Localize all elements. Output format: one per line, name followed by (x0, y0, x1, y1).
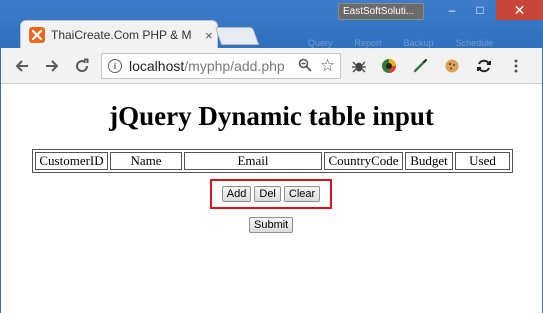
more-vert-icon[interactable] (507, 57, 525, 75)
background-menu-item: Report (354, 38, 382, 48)
bug-icon[interactable] (350, 57, 368, 75)
xampp-favicon-icon (29, 27, 45, 43)
maximize-button[interactable]: □ (466, 0, 494, 20)
profile-button[interactable]: EastSoftSoluti... (338, 3, 424, 20)
column-header-budget: Budget (405, 152, 453, 170)
pen-icon[interactable] (411, 57, 429, 75)
customer-table: CustomerID Name Email CountryCode Budget… (32, 149, 513, 173)
delete-row-button[interactable]: Del (254, 186, 281, 202)
arrow-left-icon[interactable] (12, 56, 32, 76)
zoom-icon[interactable] (298, 58, 312, 75)
url-text[interactable]: localhost/myphp/add.php (129, 58, 294, 74)
address-bar[interactable]: i localhost/myphp/add.php ☆ (101, 53, 341, 79)
reload-icon[interactable] (72, 56, 92, 76)
background-app-menu: Query Report Backup Schedule (268, 20, 543, 48)
browser-toolbar: i localhost/myphp/add.php ☆ (0, 48, 543, 84)
add-row-button[interactable]: Add (221, 186, 252, 202)
window-frame-left (0, 48, 1, 313)
table-header-row: CustomerID Name Email CountryCode Budget… (35, 152, 510, 170)
cookie-icon[interactable] (443, 57, 461, 75)
column-header-customerid: CustomerID (35, 152, 108, 170)
colorful-circle-icon[interactable] (380, 57, 398, 75)
column-header-name: Name (110, 152, 182, 170)
sync-icon[interactable] (475, 57, 493, 75)
background-menu-item: Query (308, 38, 333, 48)
column-header-email: Email (184, 152, 322, 170)
bookmark-star-icon[interactable]: ☆ (320, 56, 335, 76)
background-menu-item: Schedule (455, 38, 494, 48)
submit-button[interactable]: Submit (249, 217, 294, 233)
column-header-used: Used (455, 152, 510, 170)
row-action-buttons: Add Del Clear (210, 179, 332, 209)
url-path: /myphp/add.php (184, 58, 285, 74)
url-host: localhost (129, 58, 185, 74)
tab-title: ThaiCreate.Com PHP & M (51, 28, 192, 42)
background-menu-item: Backup (403, 38, 434, 48)
new-tab-button[interactable] (214, 27, 260, 45)
info-icon[interactable]: i (108, 59, 122, 73)
page-viewport: jQuery Dynamic table input CustomerID Na… (0, 85, 543, 313)
close-window-button[interactable]: ✕ (496, 0, 543, 20)
tab-active[interactable]: ThaiCreate.Com PHP & M × (20, 20, 218, 49)
tab-close-icon[interactable]: × (205, 29, 213, 42)
clear-button[interactable]: Clear (283, 186, 321, 202)
minimize-button[interactable]: – (438, 0, 466, 20)
arrow-right-icon[interactable] (42, 56, 62, 76)
page-title: jQuery Dynamic table input (109, 101, 434, 131)
browser-titlebar: Query Report Backup Schedule ThaiCreate.… (0, 0, 543, 49)
column-header-countrycode: CountryCode (324, 152, 403, 170)
